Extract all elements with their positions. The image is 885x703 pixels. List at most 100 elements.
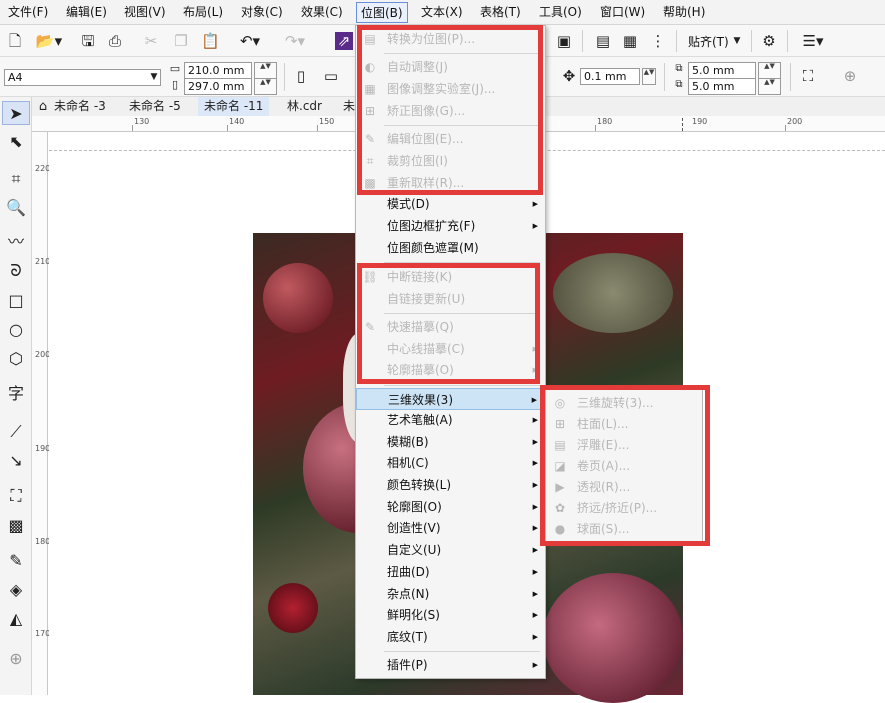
duplicate-x-stepper[interactable]: ▲▼: [758, 62, 781, 79]
menu-item-mode[interactable]: 模式(D) ▶: [356, 193, 545, 215]
save-icon[interactable]: 🖫: [79, 32, 97, 50]
redo-icon[interactable]: ↷▾: [282, 32, 308, 50]
submenu-arrow-icon: ▶: [532, 661, 538, 669]
menu-item-contour[interactable]: 轮廓图(O) ▶: [356, 496, 545, 518]
height-icon: ▯: [171, 78, 179, 91]
tab-untitled-5[interactable]: 未命名 -5: [123, 97, 187, 116]
menu-bar: 文件(F) 编辑(E) 视图(V) 布局(L) 对象(C) 效果(C) 位图(B…: [0, 0, 885, 25]
submenu-arrow-icon: ▶: [532, 438, 538, 446]
menu-view[interactable]: 视图(V): [120, 2, 170, 23]
page-width-stepper[interactable]: ▲▼: [254, 62, 277, 79]
menu-effects[interactable]: 效果(C): [297, 2, 347, 23]
parallel-dimension-icon[interactable]: ⟋: [2, 420, 30, 444]
full-screen-icon[interactable]: ▣: [555, 32, 573, 50]
submenu-arrow-icon: ▶: [532, 481, 538, 489]
copy-icon[interactable]: ❐: [172, 32, 190, 50]
tab-untitled-11[interactable]: 未命名 -11: [198, 97, 270, 116]
menu-layout[interactable]: 布局(L): [179, 2, 227, 23]
polygon-tool-icon[interactable]: ⬡: [2, 347, 30, 371]
page-height-stepper[interactable]: ▲▼: [254, 78, 277, 95]
snap-dropdown-icon[interactable]: ▼: [732, 32, 742, 50]
menu-item-noise[interactable]: 杂点(N) ▶: [356, 583, 545, 605]
tab-lin-cdr[interactable]: 林.cdr: [281, 97, 328, 116]
zoom-tool-icon[interactable]: 🔍: [2, 196, 30, 220]
open-icon[interactable]: 📂▾: [34, 32, 64, 50]
submenu-arrow-icon: ▶: [532, 200, 538, 208]
menu-item-blur[interactable]: 模糊(B) ▶: [356, 431, 545, 453]
menu-item-texture[interactable]: 底纹(T) ▶: [356, 626, 545, 648]
page-size-select[interactable]: A4: [4, 69, 161, 86]
menu-bitmap[interactable]: 位图(B): [356, 2, 408, 23]
menu-item-plugins[interactable]: 插件(P) ▶: [356, 654, 545, 676]
submenu-arrow-icon: ▶: [532, 611, 538, 619]
options-gear-icon[interactable]: ⚙: [760, 32, 778, 50]
submenu-arrow-icon: ▶: [532, 503, 538, 511]
menu-object[interactable]: 对象(C): [237, 2, 287, 23]
page-height-input[interactable]: 297.0 mm: [184, 78, 252, 95]
menu-item-color-transform[interactable]: 颜色转换(L) ▶: [356, 474, 545, 496]
add-icon[interactable]: ⊕: [840, 67, 860, 85]
menu-item-camera[interactable]: 相机(C) ▶: [356, 452, 545, 474]
menu-item-bitmap-border[interactable]: 位图边框扩充(F) ▶: [356, 215, 545, 237]
rulers-icon[interactable]: ▤: [594, 32, 612, 50]
toolbox: ➤ ⬉ ⌗ 🔍 〰 ᘐ □ ○ ⬡ 字 ⟋ ↘ ⛶ ▩ ✎ ◈ ◭ ⊕: [0, 97, 32, 695]
eyedropper-tool-icon[interactable]: ✎: [2, 549, 30, 573]
connector-tool-icon[interactable]: ↘: [2, 449, 30, 473]
portrait-icon[interactable]: ▯: [292, 67, 310, 85]
nudge-distance-input[interactable]: 0.1 mm: [580, 68, 640, 85]
page-size-dropdown-icon[interactable]: ▼: [148, 68, 160, 86]
menu-item-custom[interactable]: 自定义(U) ▶: [356, 539, 545, 561]
menu-tools[interactable]: 工具(O): [535, 2, 586, 23]
smart-fill-icon[interactable]: ◭: [2, 607, 30, 631]
nudge-stepper[interactable]: ▲▼: [642, 68, 656, 85]
new-document-icon[interactable]: 🗋: [6, 32, 24, 50]
add-tool-icon[interactable]: ⊕: [2, 647, 30, 671]
menu-item-3d-effects[interactable]: 三维效果(3) ▶: [356, 388, 545, 410]
treat-as-filled-icon[interactable]: ⛶: [798, 67, 818, 85]
menu-edit[interactable]: 编辑(E): [62, 2, 111, 23]
shape-tool-icon[interactable]: ⬉: [2, 130, 30, 154]
ellipse-tool-icon[interactable]: ○: [2, 318, 30, 342]
menu-item-color-mask[interactable]: 位图颜色遮罩(M): [356, 237, 545, 259]
snap-to-button[interactable]: 贴齐(T): [688, 33, 729, 50]
submenu-arrow-icon: ▶: [532, 416, 538, 424]
menu-window[interactable]: 窗口(W): [596, 2, 649, 23]
artistic-media-icon[interactable]: ᘐ: [2, 259, 30, 283]
duplicate-distance-x-input[interactable]: 5.0 mm: [688, 62, 756, 79]
rectangle-tool-icon[interactable]: □: [2, 289, 30, 313]
duplicate-y-stepper[interactable]: ▲▼: [758, 78, 781, 95]
submenu-arrow-icon: ▶: [532, 633, 538, 641]
highlight-box-top: [357, 25, 543, 195]
menu-help[interactable]: 帮助(H): [659, 2, 709, 23]
launcher-icon[interactable]: ⇗: [335, 32, 353, 50]
grid-icon[interactable]: ▦: [621, 32, 639, 50]
menu-text[interactable]: 文本(X): [417, 2, 467, 23]
menu-item-creative[interactable]: 创造性(V) ▶: [356, 517, 545, 539]
menu-table[interactable]: 表格(T): [476, 2, 525, 23]
paste-icon[interactable]: 📋: [201, 32, 220, 50]
undo-icon[interactable]: ↶▾: [237, 32, 263, 50]
vertical-ruler[interactable]: 220 210 200 190 180 170: [32, 132, 50, 695]
menu-item-art-strokes[interactable]: 艺术笔触(A) ▶: [356, 409, 545, 431]
pick-tool-icon[interactable]: ➤: [2, 101, 30, 125]
interactive-fill-icon[interactable]: ◈: [2, 578, 30, 602]
page-width-input[interactable]: 210.0 mm: [184, 62, 252, 79]
menu-file[interactable]: 文件(F): [4, 2, 52, 23]
application-launcher-icon[interactable]: ☰▾: [797, 32, 829, 50]
guidelines-icon[interactable]: ⋮: [649, 32, 667, 50]
dup-y-icon: ⧉: [675, 79, 683, 90]
menu-item-sharpen[interactable]: 鲜明化(S) ▶: [356, 604, 545, 626]
cut-icon[interactable]: ✂: [142, 32, 160, 50]
crop-tool-icon[interactable]: ⌗: [2, 167, 30, 191]
print-icon[interactable]: ⎙: [106, 32, 124, 50]
blend-tool-icon[interactable]: ⛶: [2, 484, 30, 508]
highlight-box-middle: [357, 263, 540, 384]
tab-untitled-3[interactable]: 未命名 -3: [48, 97, 112, 116]
highlight-box-submenu: [540, 385, 710, 546]
menu-item-distort[interactable]: 扭曲(D) ▶: [356, 561, 545, 583]
duplicate-distance-y-input[interactable]: 5.0 mm: [688, 78, 756, 95]
transparency-tool-icon[interactable]: ▩: [2, 514, 30, 538]
freehand-tool-icon[interactable]: 〰: [2, 230, 30, 254]
landscape-icon[interactable]: ▭: [322, 67, 340, 85]
text-tool-icon[interactable]: 字: [2, 382, 30, 406]
